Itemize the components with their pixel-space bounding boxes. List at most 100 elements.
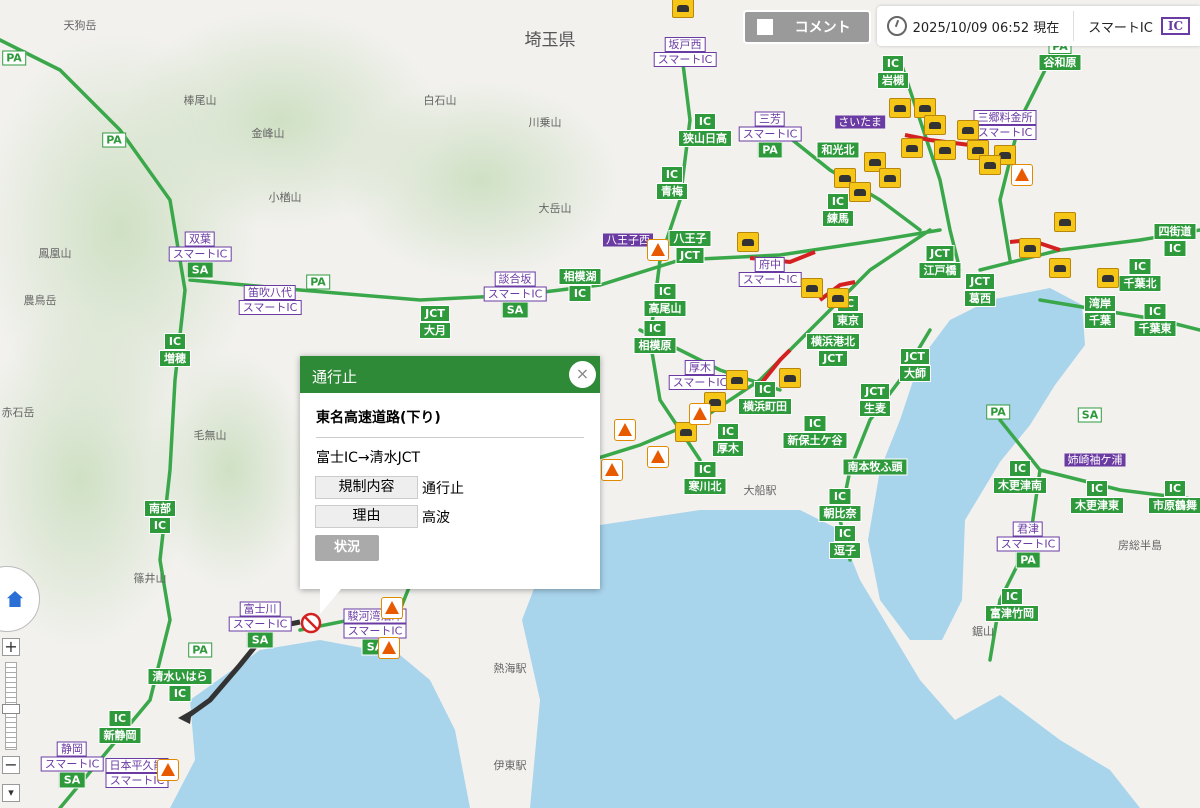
- zoom-slider-handle[interactable]: [2, 704, 20, 714]
- warning-icon[interactable]: [381, 597, 403, 619]
- traffic-jam-icon[interactable]: [924, 115, 946, 135]
- sign-ic[interactable]: IC 新保土ケ谷: [782, 415, 848, 449]
- traffic-jam-icon[interactable]: [849, 182, 871, 202]
- sign-top: JCT: [420, 305, 450, 322]
- sign-smart[interactable]: 笛吹八代 スマートIC: [238, 285, 302, 315]
- sign-ic[interactable]: IC 相模原: [633, 320, 677, 354]
- warning-icon[interactable]: [614, 419, 636, 441]
- toolbar: コメント 2025/10/09 06:52 現在 スマートIC IC: [742, 0, 1200, 52]
- sign-pa[interactable]: PA: [188, 642, 212, 658]
- sign-ic[interactable]: IC 青梅: [656, 166, 688, 200]
- sign-pa[interactable]: SA: [1077, 407, 1103, 423]
- sign-smart[interactable]: 三芳 スマートIC PA: [738, 111, 802, 159]
- sign-smart[interactable]: 富士川 スマートIC SA: [228, 601, 292, 649]
- sign-ic[interactable]: IC 朝比奈: [818, 488, 862, 522]
- sign-ic[interactable]: JCT 葛西: [964, 273, 996, 307]
- sign-ic[interactable]: IC 岩槻: [877, 55, 909, 89]
- sign-ic[interactable]: 相模湖 IC: [558, 268, 602, 302]
- sign-ic[interactable]: JCT 大師: [899, 348, 931, 382]
- traffic-jam-icon[interactable]: [957, 120, 979, 140]
- sign-ic[interactable]: JCT 生麦: [859, 383, 891, 417]
- sign-ic[interactable]: 八王子 JCT: [668, 230, 712, 264]
- sign-pa[interactable]: PA: [2, 50, 26, 66]
- sign-name: IC: [1163, 240, 1187, 257]
- warning-icon[interactable]: [647, 446, 669, 468]
- sign-ic[interactable]: IC 狭山日高: [678, 113, 732, 147]
- traffic-jam-icon[interactable]: [737, 232, 759, 252]
- traffic-jam-icon[interactable]: [934, 140, 956, 160]
- sign-pa[interactable]: PA: [986, 404, 1010, 420]
- traffic-jam-icon[interactable]: [726, 370, 748, 390]
- warning-icon[interactable]: [378, 637, 400, 659]
- sign-purple[interactable]: さいたま: [835, 115, 885, 129]
- sign-ic[interactable]: 湾岸 千葉: [1084, 295, 1116, 329]
- sign-smart[interactable]: 静岡 スマートIC SA: [40, 741, 104, 789]
- sign-ic[interactable]: IC 高尾山: [643, 283, 687, 317]
- warning-icon[interactable]: [1011, 164, 1033, 186]
- place-label: 大岳山: [538, 202, 572, 215]
- sign-top: IC: [1085, 480, 1109, 497]
- sign-purple[interactable]: 姉崎袖ケ浦: [1064, 453, 1126, 467]
- sign-ic[interactable]: IC 千葉北: [1118, 258, 1162, 292]
- sign-ic[interactable]: 和光北: [816, 141, 860, 159]
- sign-ic[interactable]: 南部 IC: [144, 500, 176, 534]
- status-button[interactable]: 状況: [315, 535, 379, 561]
- zoom-in-button[interactable]: +: [2, 638, 20, 656]
- traffic-jam-icon[interactable]: [879, 168, 901, 188]
- sign-ic[interactable]: IC 寒川北: [683, 461, 727, 495]
- sign-ic[interactable]: IC 増穂: [159, 333, 191, 367]
- sign-purple[interactable]: 八王子西: [603, 233, 653, 247]
- sign-ic[interactable]: IC 富津竹岡: [985, 588, 1039, 622]
- zoom-out-button[interactable]: −: [2, 756, 20, 774]
- zoom-menu-button[interactable]: ▾: [2, 784, 20, 802]
- incident-popup: 通行止 × 東名高速道路(下り) 富士IC→清水JCT 規制内容 通行止 理由 …: [300, 356, 600, 589]
- sign-smart[interactable]: 双葉 スマートIC SA: [168, 231, 232, 279]
- sign-smart[interactable]: 府中 スマートIC: [738, 257, 802, 287]
- warning-icon[interactable]: [601, 459, 623, 481]
- clock-icon: [886, 16, 907, 36]
- sign-smart[interactable]: 談合坂 スマートIC SA: [483, 271, 547, 319]
- warning-icon[interactable]: [157, 759, 179, 781]
- home-icon[interactable]: [7, 591, 23, 607]
- sign-top: IC: [643, 320, 667, 337]
- traffic-jam-icon[interactable]: [1049, 258, 1071, 278]
- traffic-jam-icon[interactable]: [979, 155, 1001, 175]
- sign-sub: スマートIC: [653, 52, 717, 67]
- close-button[interactable]: ×: [569, 361, 596, 388]
- popup-pointer: [320, 588, 342, 614]
- sign-smart[interactable]: 坂戸西 スマートIC: [653, 37, 717, 67]
- sign-ic[interactable]: IC 逗子: [829, 525, 861, 559]
- traffic-jam-icon[interactable]: [901, 138, 923, 158]
- warning-icon[interactable]: [689, 403, 711, 425]
- comment-toggle-button[interactable]: コメント: [742, 10, 871, 44]
- traffic-jam-icon[interactable]: [827, 288, 849, 308]
- closure-marker[interactable]: [300, 612, 322, 634]
- traffic-jam-icon[interactable]: [889, 98, 911, 118]
- traffic-jam-icon[interactable]: [675, 422, 697, 442]
- warning-icon[interactable]: [647, 239, 669, 261]
- sign-ic[interactable]: IC 市原鶴舞: [1148, 480, 1200, 514]
- sign-ic[interactable]: 清水いはら IC: [147, 668, 213, 702]
- sign-ic[interactable]: JCT 大月: [419, 305, 451, 339]
- sign-ic[interactable]: IC 新静岡: [98, 710, 142, 744]
- traffic-jam-icon[interactable]: [672, 0, 694, 18]
- traffic-jam-icon[interactable]: [1019, 238, 1041, 258]
- sign-top: IC: [693, 461, 717, 478]
- sign-ic[interactable]: IC 木更津南: [993, 460, 1047, 494]
- sign-ic[interactable]: IC 厚木: [712, 423, 744, 457]
- sign-ic[interactable]: JCT 江戸橋: [918, 245, 962, 279]
- traffic-jam-icon[interactable]: [1097, 268, 1119, 288]
- sign-ic[interactable]: 四街道 IC: [1153, 223, 1197, 257]
- sign-pa[interactable]: PA: [306, 274, 330, 290]
- sign-smart[interactable]: 三郷料金所 スマートIC: [973, 110, 1037, 140]
- sign-ic[interactable]: 横浜港北 JCT: [806, 333, 860, 367]
- traffic-jam-icon[interactable]: [779, 368, 801, 388]
- sign-smart[interactable]: 厚木 スマートIC: [668, 360, 732, 390]
- sign-ic[interactable]: IC 木更津東: [1070, 480, 1124, 514]
- sign-pa[interactable]: PA: [102, 132, 126, 148]
- sign-smart[interactable]: 君津 スマートIC PA: [996, 521, 1060, 569]
- sign-ic[interactable]: 南本牧ふ頭: [842, 458, 908, 476]
- traffic-jam-icon[interactable]: [1054, 212, 1076, 232]
- sign-ic[interactable]: IC 千葉東: [1133, 303, 1177, 337]
- traffic-jam-icon[interactable]: [801, 278, 823, 298]
